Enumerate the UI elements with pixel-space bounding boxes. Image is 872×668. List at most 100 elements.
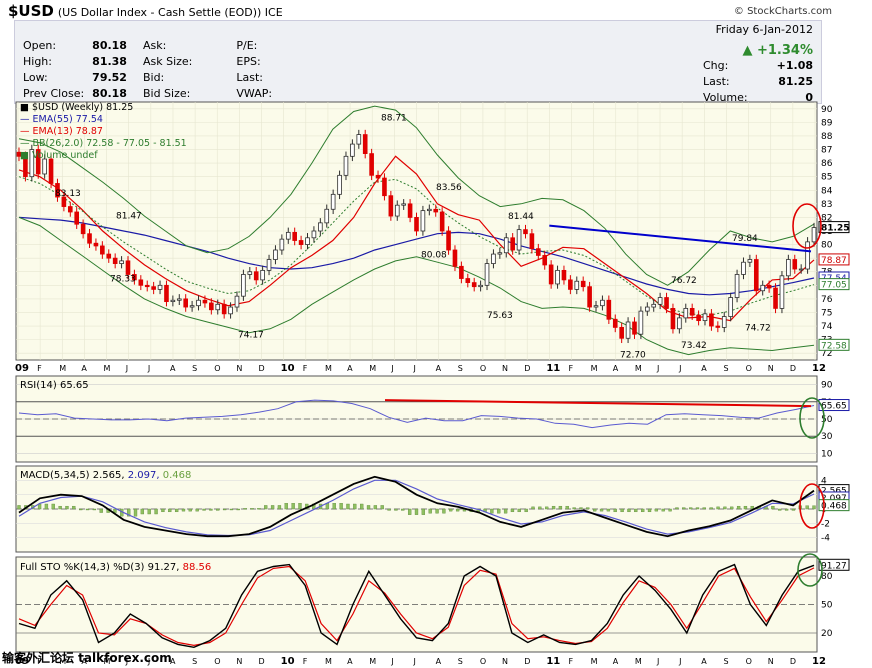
legend-ema55: — EMA(55) 77.54 [20, 114, 103, 125]
sto-tick-label: 50 [821, 601, 833, 611]
candle-body [93, 242, 99, 247]
macd-histogram-bar [380, 505, 384, 510]
macd-histogram-bar [421, 508, 426, 515]
candle-body [465, 278, 471, 283]
price-tick-label: 80 [821, 241, 833, 251]
candle-body [439, 211, 445, 232]
x-tick-label-bottom: S [458, 657, 463, 666]
candle-body [279, 238, 285, 251]
price-right-label: 77.05 [821, 281, 847, 291]
x-tick-label-bottom: F [303, 657, 308, 666]
rsi-tick-label: 30 [821, 432, 833, 442]
macd-histogram-bar [524, 508, 528, 513]
x-tick-label: A [170, 364, 176, 373]
candle-body [805, 241, 810, 270]
macd-histogram-bar [284, 503, 288, 510]
macd-histogram-bar [44, 503, 49, 510]
macd-histogram-bar [401, 508, 405, 511]
macd-histogram-bar [17, 505, 21, 510]
candle-body [792, 259, 798, 270]
price-tick-label: 76 [821, 295, 833, 305]
legend-ema13: — EMA(13) 78.87 [20, 126, 103, 137]
macd-histogram-bar [339, 503, 343, 510]
macd-histogram-bar [647, 508, 652, 513]
candle-body [651, 303, 657, 308]
candle-body [497, 252, 503, 255]
macd-histogram-bar [784, 508, 789, 511]
x-tick-label: M [104, 364, 111, 373]
macd-histogram-bar [291, 503, 295, 510]
x-tick-label: O [214, 364, 220, 373]
macd-histogram-bar [298, 503, 302, 510]
x-tick-label-bottom: J [390, 657, 393, 666]
x-tick-label: 12 [812, 363, 826, 374]
candle-body [548, 264, 554, 285]
price-tick-label: 74 [821, 322, 833, 332]
candle-body [221, 303, 227, 315]
candle-body [125, 260, 131, 275]
candle-body [112, 257, 118, 264]
price-annotation: 88.71 [381, 113, 407, 123]
x-tick-label: A [81, 364, 87, 373]
candle-body [228, 306, 233, 315]
chart-canvas: 7273747576777879808182838485868788899009… [15, 101, 850, 667]
price-annotation: 74.17 [238, 331, 264, 341]
candle-body [260, 269, 265, 281]
candle-body [715, 325, 721, 328]
candle-body [356, 134, 362, 145]
macd-histogram-bar [668, 508, 672, 512]
candle-body [657, 297, 663, 305]
macd-title: MACD(5,34,5) 2.565, 2.097, 0.468 [20, 470, 191, 481]
macd-histogram-bar [407, 508, 412, 515]
macd-histogram-bar [812, 505, 816, 510]
rsi-title: RSI(14) 65.65 [20, 380, 89, 391]
macd-histogram-bar [723, 506, 727, 510]
rsi-tick-label: 90 [821, 381, 833, 391]
macd-histogram-bar [579, 507, 583, 510]
macd-histogram-bar [702, 507, 706, 510]
x-tick-label-bottom: J [413, 657, 416, 666]
sto-value-label: 91.27 [821, 561, 847, 571]
x-tick-label: A [436, 364, 442, 373]
candle-body [536, 248, 541, 256]
x-tick-label: J [413, 364, 416, 373]
legend-volume: ■ Volume undef [20, 150, 98, 161]
candle-body [74, 211, 80, 225]
price-right-label: 81.25 [821, 224, 849, 234]
macd-histogram-bar [202, 508, 206, 511]
x-tick-label: J [125, 364, 128, 373]
sto-title: Full STO %K(14,3) %D(3) 91.27, 88.56 [20, 562, 211, 573]
x-tick-label: J [147, 364, 150, 373]
candle-body [311, 230, 317, 239]
x-tick-label: M [635, 364, 642, 373]
x-tick-label-bottom: S [192, 657, 197, 666]
price-annotation: 72.70 [620, 351, 646, 361]
macd-histogram-bar [510, 508, 515, 513]
candle-body [420, 210, 426, 232]
candle-body [151, 286, 156, 290]
candle-body [766, 284, 772, 289]
candle-body [491, 253, 496, 264]
x-tick-label: O [480, 364, 486, 373]
candle-body [298, 240, 304, 245]
candle-body [164, 284, 169, 303]
price-annotation: 75.63 [487, 311, 513, 321]
candle-body [523, 229, 528, 235]
candle-body [215, 303, 221, 311]
candle-body [555, 269, 560, 285]
macd-histogram-bar [250, 508, 254, 510]
macd-histogram-bar [593, 508, 597, 512]
candle-body [574, 280, 580, 290]
price-tick-label: 86 [821, 159, 833, 169]
candle-body [67, 206, 73, 213]
macd-histogram-bar [154, 508, 158, 515]
price-annotation: 73.42 [681, 341, 707, 351]
x-tick-label-bottom: 10 [281, 656, 295, 667]
macd-histogram-bar [613, 508, 617, 513]
x-tick-label-bottom: N [768, 657, 774, 666]
macd-histogram-bar [147, 508, 151, 515]
x-tick-label: S [458, 364, 463, 373]
candle-body [625, 321, 631, 339]
macd-histogram-bar [270, 505, 275, 510]
candle-body [414, 217, 419, 232]
